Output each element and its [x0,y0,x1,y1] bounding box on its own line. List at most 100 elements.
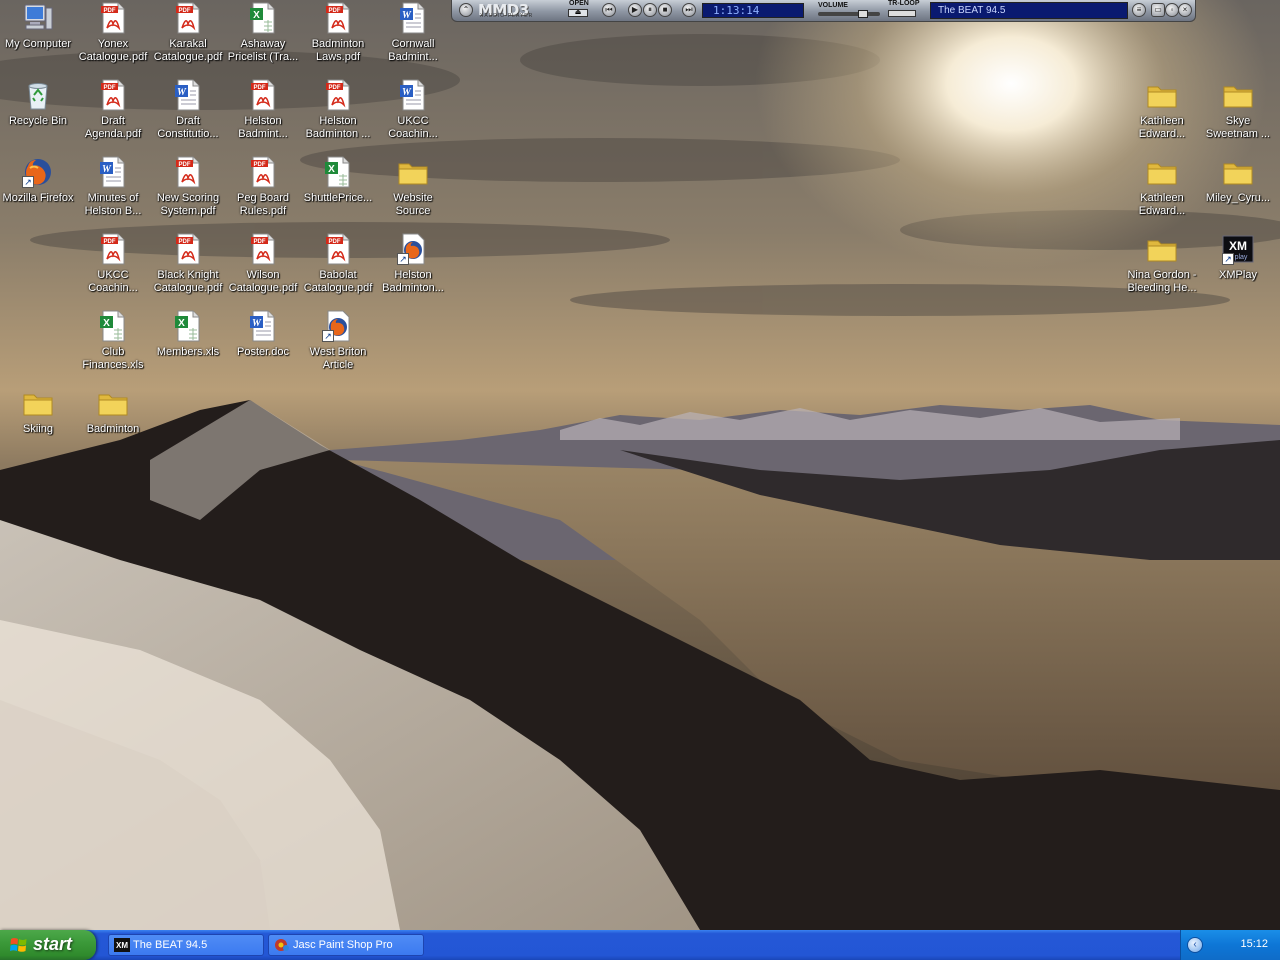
desktop-icon-nina[interactable]: Nina Gordon - Bleeding He... [1124,231,1200,305]
station-display: The BEAT 94.5 [930,2,1128,19]
word-document-icon: W [172,79,204,111]
desktop-icon-label: West Briton Article [309,346,367,371]
desktop-icon-skye[interactable]: Skye Sweetnam ... [1200,77,1276,151]
desktop-icon-cornwall[interactable]: W Cornwall Badmint... [375,0,451,74]
desktop-icon-label: My Computer [4,38,72,50]
svg-text:X: X [253,10,260,21]
svg-text:W: W [177,87,187,98]
desktop-icon-miley[interactable]: Miley_Cyru... [1200,154,1276,228]
loop-label: TR-LOOP [888,0,920,7]
firefox-icon: ↗ [22,156,54,188]
svg-text:W: W [402,87,412,98]
desktop-icon-babolat[interactable]: PDF Babolat Catalogue.pdf [300,231,376,305]
desktop-icon-wilson[interactable]: PDF Wilson Catalogue.pdf [225,231,301,305]
folder-icon [1146,156,1178,188]
stop-button[interactable]: ■ [658,3,672,17]
loop-toggle[interactable] [888,10,916,17]
next-button[interactable]: ⏭ [682,3,696,17]
taskbar-button-the-beat[interactable]: XM The BEAT 94.5 [108,934,264,956]
folder-icon [1222,79,1254,111]
desktop-icon-poster[interactable]: W Poster.doc [225,308,301,382]
desktop-icon-label: XMPlay [1219,269,1257,281]
player-close-button[interactable]: × [1178,3,1192,17]
desktop-icon-skiing[interactable]: Skiing [0,385,76,459]
desktop-icon-recycle-bin[interactable]: Recycle Bin [0,77,76,151]
desktop-icon-label: UKCC Coachin... [388,115,438,140]
open-button[interactable]: ⏏ [568,9,588,17]
time-display: 1:13:14 [702,3,804,18]
desktop-icon-label: Helston Badmint... [238,115,288,140]
svg-text:X: X [328,164,335,175]
mmd3-audio-player: ⌃ MMD3 XAUDIO-PLAYER OPEN ⏏ ⏮ ▶ ⏸ ■ ⏭ 1:… [451,0,1196,22]
pdf-file-icon: PDF [322,2,354,34]
desktop-icon-label: New Scoring System.pdf [156,192,220,217]
svg-text:PDF: PDF [104,8,116,14]
pause-button[interactable]: ⏸ [643,3,657,17]
desktop-icon-ukcc-coachin-1[interactable]: W UKCC Coachin... [375,77,451,151]
desktop-icon-my-computer[interactable]: My Computer [0,0,76,74]
svg-text:PDF: PDF [329,85,341,91]
volume-slider-thumb[interactable] [858,10,868,18]
desktop-icon-badminton-laws[interactable]: PDF Badminton Laws.pdf [300,0,376,74]
desktop-icon-ashaway[interactable]: X Ashaway Pricelist (Tra... [225,0,301,74]
player-settings-button[interactable]: ◦ [1165,3,1179,17]
excel-spreadsheet-icon: X [172,310,204,342]
desktop-icon-firefox[interactable]: ↗ Mozilla Firefox [0,154,76,228]
desktop-icon-website-source[interactable]: Website Source [375,154,451,228]
desktop-icon-xmplay[interactable]: XM play ↗ XMPlay [1200,231,1276,305]
desktop-icon-karakal[interactable]: PDF Karakal Catalogue.pdf [150,0,226,74]
desktop-icon-label: Minutes of Helston B... [84,192,142,217]
desktop-icon-peg-board[interactable]: PDF Peg Board Rules.pdf [225,154,301,228]
desktop-icon-ukcc-coachin-2[interactable]: PDF UKCC Coachin... [75,231,151,305]
desktop-icon-club-finances[interactable]: X Club Finances.xls [75,308,151,382]
desktop-icon-label: Draft Constitutio... [157,115,219,140]
desktop-icon-label: Babolat Catalogue.pdf [303,269,373,294]
desktop-icon-label: Cornwall Badmint... [388,38,438,63]
svg-text:PDF: PDF [329,8,341,14]
play-button[interactable]: ▶ [628,3,642,17]
start-button[interactable]: start [0,930,96,960]
desktop-icon-new-scoring[interactable]: PDF New Scoring System.pdf [150,154,226,228]
taskbar-button-paint-shop-pro[interactable]: Jasc Paint Shop Pro [268,934,424,956]
system-tray: ‹ 15:12 [1180,930,1280,960]
pdf-file-icon: PDF [172,233,204,265]
show-hidden-icons-button[interactable]: ‹ [1187,937,1203,953]
desktop-icon-label: Badminton Laws.pdf [311,38,365,63]
paint-icon [275,939,289,951]
recycle-bin-icon [22,79,54,111]
shortcut-arrow-icon: ↗ [1222,253,1234,265]
pdf-file-icon: PDF [172,156,204,188]
desktop-icon-black-knight[interactable]: PDF Black Knight Catalogue.pdf [150,231,226,305]
desktop-icon-badminton-folder[interactable]: Badminton [75,385,151,459]
excel-spreadsheet-icon: X [322,156,354,188]
desktop-icon-helston-badminton-2[interactable]: PDF Helston Badminton ... [300,77,376,151]
desktop-icon-west-briton[interactable]: ↗ West Briton Article [300,308,376,382]
desktop-icon-label: Mozilla Firefox [2,192,74,204]
compact-button[interactable]: ▭ [1151,3,1165,17]
desktop-icon-label: Badminton [86,423,140,435]
menu-button[interactable]: ≡ [1132,3,1146,17]
svg-text:W: W [102,164,112,175]
desktop-icon-kathleen-2[interactable]: Kathleen Edward... [1124,154,1200,228]
volume-slider[interactable] [818,10,880,18]
word-document-icon: W [97,156,129,188]
desktop-icon-shuttleprice[interactable]: X ShuttlePrice... [300,154,376,228]
taskbar: start XM The BEAT 94.5 Jasc Paint Shop P… [0,930,1280,960]
windows-flag-icon [10,938,27,952]
desktop-icon-label: Wilson Catalogue.pdf [228,269,298,294]
desktop-icon-minutes[interactable]: W Minutes of Helston B... [75,154,151,228]
my-computer-icon [22,2,54,34]
desktop-icon-label: Club Finances.xls [82,346,144,371]
folder-icon [1222,156,1254,188]
player-minimize-button[interactable]: ⌃ [459,3,473,17]
desktop-icon-kathleen-1[interactable]: Kathleen Edward... [1124,77,1200,151]
desktop-icon-label: Peg Board Rules.pdf [237,192,289,217]
desktop-icon-draft-constitution[interactable]: W Draft Constitutio... [150,77,226,151]
previous-button[interactable]: ⏮ [602,3,616,17]
desktop-icon-helston-badmint-1[interactable]: PDF Helston Badmint... [225,77,301,151]
desktop-icon-label: Helston Badminton... [382,269,444,294]
desktop-icon-draft-agenda[interactable]: PDF Draft Agenda.pdf [75,77,151,151]
desktop-icon-yonex[interactable]: PDF Yonex Catalogue.pdf [75,0,151,74]
desktop-icon-helston-badminton-3[interactable]: ↗ Helston Badminton... [375,231,451,305]
desktop-icon-members[interactable]: X Members.xls [150,308,226,382]
